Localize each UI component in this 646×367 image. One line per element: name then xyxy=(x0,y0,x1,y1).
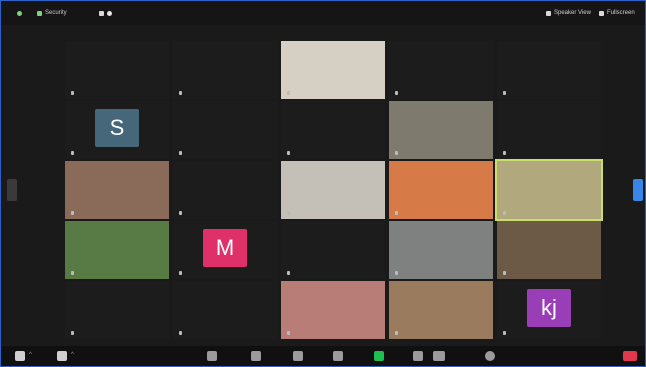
participant-tile[interactable] xyxy=(497,101,601,159)
participant-tile[interactable] xyxy=(497,221,601,279)
mic-status-icon xyxy=(395,211,398,215)
participant-video xyxy=(389,221,493,279)
participant-tile[interactable] xyxy=(65,281,169,339)
mic-status-icon xyxy=(395,271,398,275)
avatar: M xyxy=(203,229,247,267)
mic-status-icon xyxy=(503,331,506,335)
video-options-chevron-icon[interactable]: ^ xyxy=(71,352,74,358)
mic-status-icon xyxy=(503,271,506,275)
avatar: S xyxy=(95,109,139,147)
participant-video xyxy=(65,161,169,219)
mic-status-icon xyxy=(179,271,182,275)
shield-icon xyxy=(37,10,42,16)
end-meeting-icon[interactable] xyxy=(623,351,637,361)
fullscreen-icon xyxy=(599,10,604,16)
mic-status-icon xyxy=(503,151,506,155)
participant-tile[interactable] xyxy=(389,281,493,339)
participant-tile[interactable] xyxy=(497,41,601,99)
video-camera-icon[interactable] xyxy=(57,351,67,361)
meeting-window: Security Speaker View Fullscreen S Mkj ^ … xyxy=(0,0,646,367)
mic-status-icon xyxy=(179,331,182,335)
share-screen-icon[interactable] xyxy=(374,351,384,361)
mic-status-icon xyxy=(395,151,398,155)
fullscreen-label: Fullscreen xyxy=(607,10,635,16)
security-indicator[interactable]: Security xyxy=(37,7,67,19)
mic-status-icon xyxy=(287,331,290,335)
participant-video xyxy=(389,101,493,159)
participant-tile[interactable] xyxy=(281,41,385,99)
breakout-rooms-icon[interactable] xyxy=(433,351,445,361)
mic-status-icon xyxy=(71,271,74,275)
mic-status-icon xyxy=(503,91,506,95)
recording-indicator[interactable] xyxy=(99,7,112,19)
participant-grid: S Mkj xyxy=(65,41,603,339)
mic-status-icon xyxy=(71,151,74,155)
participant-tile[interactable]: kj xyxy=(497,281,601,339)
participant-video xyxy=(497,161,601,219)
participant-tile[interactable] xyxy=(281,101,385,159)
participant-video xyxy=(281,41,385,99)
mic-options-chevron-icon[interactable]: ^ xyxy=(29,352,32,358)
mic-status-icon xyxy=(287,91,290,95)
participants-icon[interactable] xyxy=(251,351,261,361)
mic-status-icon xyxy=(179,211,182,215)
security-icon[interactable] xyxy=(207,351,217,361)
avatar: kj xyxy=(527,289,571,327)
previous-page-arrow-icon[interactable] xyxy=(7,179,17,201)
recording-dot-icon xyxy=(107,10,112,16)
fullscreen-button[interactable]: Fullscreen xyxy=(599,7,635,19)
security-label: Security xyxy=(45,10,67,16)
participant-tile[interactable]: M xyxy=(173,221,277,279)
participant-tile[interactable] xyxy=(173,41,277,99)
record-icon[interactable] xyxy=(413,351,423,361)
mic-status-icon xyxy=(287,211,290,215)
top-bar: Security Speaker View Fullscreen xyxy=(1,1,645,25)
participant-video xyxy=(497,221,601,279)
speaker-view-button[interactable]: Speaker View xyxy=(546,7,591,19)
participant-video xyxy=(65,221,169,279)
mic-status-icon xyxy=(503,211,506,215)
mic-status-icon xyxy=(179,91,182,95)
participant-tile[interactable] xyxy=(281,221,385,279)
participant-video xyxy=(389,281,493,339)
meeting-toolbar: ^ ^ xyxy=(1,346,645,366)
participant-tile[interactable] xyxy=(65,221,169,279)
mic-status-icon xyxy=(71,211,74,215)
participant-tile[interactable] xyxy=(173,101,277,159)
participant-tile[interactable] xyxy=(281,281,385,339)
mic-status-icon xyxy=(287,271,290,275)
mic-status-icon xyxy=(179,151,182,155)
mic-status-icon xyxy=(287,151,290,155)
chat-icon[interactable] xyxy=(333,351,343,361)
mic-status-icon xyxy=(395,331,398,335)
participant-tile[interactable] xyxy=(389,101,493,159)
participant-tile[interactable] xyxy=(389,161,493,219)
mic-status-icon xyxy=(71,331,74,335)
participant-tile[interactable] xyxy=(173,161,277,219)
participant-video xyxy=(389,161,493,219)
info-icon[interactable] xyxy=(17,7,22,19)
participant-tile[interactable] xyxy=(65,41,169,99)
recording-icon xyxy=(99,10,104,16)
participant-tile[interactable] xyxy=(173,281,277,339)
speaker-view-label: Speaker View xyxy=(554,10,591,16)
participant-video xyxy=(281,281,385,339)
mic-status-icon xyxy=(395,91,398,95)
participant-tile[interactable] xyxy=(389,41,493,99)
speaker-view-icon xyxy=(546,10,551,16)
mic-status-icon xyxy=(71,91,74,95)
next-page-arrow-icon[interactable] xyxy=(633,179,643,201)
participant-tile[interactable]: S xyxy=(65,101,169,159)
participant-tile[interactable] xyxy=(281,161,385,219)
polls-icon[interactable] xyxy=(293,351,303,361)
participant-tile[interactable] xyxy=(65,161,169,219)
reactions-icon[interactable] xyxy=(485,351,495,361)
mic-icon[interactable] xyxy=(15,351,25,361)
participant-video xyxy=(281,161,385,219)
participant-tile[interactable] xyxy=(495,159,603,221)
participant-tile[interactable] xyxy=(389,221,493,279)
